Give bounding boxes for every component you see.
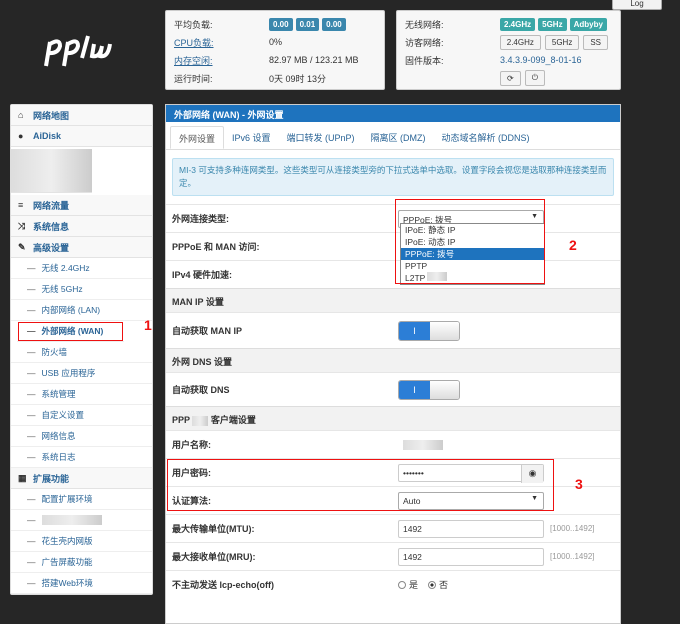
status-panel-system: 平均负载: 0.00 0.01 0.00 CPU负载: 0% 内存空闲: 82.… [165, 10, 385, 90]
load-label: 平均负载: [174, 19, 213, 30]
sidebar: ⌂ 网络地图 ● AiDisk ≡ 网络流量 ⤨ 系统信息 ✎ 高级设置 — 无线 2.4G… [10, 104, 153, 595]
home-icon: ⌂ [18, 110, 24, 120]
load-badge: 0.00 [269, 17, 293, 31]
ipv4-hw-row: IPv4 硬件加速: [166, 260, 620, 288]
dns-auto-row: 自动获取 DNS I [166, 372, 620, 406]
ipv4-hw-label: IPv4 硬件加速: [172, 270, 233, 280]
annotation-marker: 1 [144, 317, 152, 333]
blurred-region [11, 149, 92, 193]
man-section-header: MAN IP 设置 [166, 288, 620, 312]
wireless-24-badge[interactable]: 2.4GHz [500, 17, 536, 31]
tab-ddns[interactable]: 动态域名解析 (DDNS) [434, 126, 538, 149]
wan-type-row: 外网连接类型: PPPoE: 拨号 ▼ [166, 204, 620, 232]
wireless-5-badge[interactable]: 5GHz [538, 17, 567, 31]
uptime-value: 0天 09时 13分 [269, 73, 327, 84]
sidebar-item-lan[interactable]: — 内部网络 (LAN) [11, 300, 152, 321]
mtu-hint: [1000..1492] [550, 524, 595, 533]
guest-5-button[interactable]: 5GHz [544, 34, 580, 50]
firmware-link[interactable]: 3.4.3.9-099_8-01-16 [500, 55, 582, 65]
sidebar-item-wan[interactable]: — 外部网络 (WAN) [17, 321, 124, 342]
tab-dmz[interactable]: 隔离区 (DMZ) [363, 126, 434, 149]
dns-section-header: 外网 DNS 设置 [166, 348, 620, 372]
adbyby-badge[interactable]: Adbyby [569, 17, 607, 31]
cpu-link[interactable]: CPU负载: [174, 36, 269, 49]
firmware-label: 固件版本: [405, 55, 444, 66]
annotation-box [395, 199, 545, 284]
sidebar-item-advanced[interactable]: ✎ 高级设置 [11, 237, 152, 258]
guest-24-button[interactable]: 2.4GHz [499, 34, 541, 50]
memory-link[interactable]: 内存空闲: [174, 54, 269, 67]
sidebar-item-sysinfo[interactable]: ⤨ 系统信息 [11, 216, 152, 237]
sidebar-item-web[interactable]: — 搭建Web环境 [11, 573, 152, 594]
lcp-no-radio[interactable] [428, 580, 437, 589]
sidebar-item-netinfo[interactable]: — 网络信息 [11, 426, 152, 447]
sidebar-item-adblock[interactable]: — 广告屏蔽功能 [11, 552, 152, 573]
mru-label: 最大接收单位(MRU): [172, 552, 256, 562]
mru-row: 最大接收单位(MRU): 1492 [1000..1492] [166, 542, 620, 570]
username-row: 用户名称: [166, 430, 620, 458]
list-icon: ≡ [18, 200, 24, 210]
man-auto-label: 自动获取 MAN IP [172, 326, 243, 336]
sidebar-item-syslog[interactable]: — 系统日志 [11, 447, 152, 468]
mtu-row: 最大传输单位(MTU): 1492 [1000..1492] [166, 514, 620, 542]
memory-value: 82.97 MB / 123.21 MB [269, 55, 359, 65]
lcp-label: 不主动发送 lcp-echo(off) [172, 580, 274, 590]
wireless-label: 无线网络: [405, 19, 444, 30]
logout-button[interactable]: Log [612, 0, 662, 10]
dns-auto-toggle[interactable]: I [398, 379, 460, 400]
grid-icon: ▦ [18, 472, 27, 483]
sidebar-item-wireless-24[interactable]: — 无线 2.4GHz [11, 258, 152, 279]
username-label: 用户名称: [172, 440, 211, 450]
wrench-icon: ✎ [18, 241, 26, 252]
annotation-marker: 2 [569, 237, 577, 253]
main-panel: 外部网络 (WAN) - 外网设置 外网设置 IPv6 设置 端口转发 (UPn… [165, 104, 621, 624]
annotation-box [167, 459, 554, 511]
sidebar-item-ext-config[interactable]: — 配置扩展环境 [11, 489, 152, 510]
sidebar-item-network-map[interactable]: ⌂ 网络地图 [11, 105, 152, 126]
tab-wan[interactable]: 外网设置 [170, 126, 225, 149]
tab-ipv6[interactable]: IPv6 设置 [224, 126, 279, 149]
sidebar-item-custom[interactable]: — 自定义设置 [11, 405, 152, 426]
load-badge: 0.00 [322, 17, 346, 31]
lcp-yes-radio[interactable] [398, 580, 406, 589]
status-panel-wireless: 无线网络: 2.4GHz 5GHz Adbyby 访客网络: 2.4GHz 5G… [396, 10, 621, 90]
man-auto-row: 自动获取 MAN IP I [166, 312, 620, 348]
sidebar-item-usb[interactable]: — USB 应用程序 [11, 363, 152, 384]
tab-upnp[interactable]: 端口转发 (UPnP) [279, 126, 363, 149]
lcp-row: 不主动发送 lcp-echo(off) 是 否 [166, 570, 620, 598]
mru-hint: [1000..1492] [550, 552, 595, 561]
brand-logo [44, 35, 112, 67]
sidebar-item-blurred[interactable]: — [11, 510, 152, 531]
mtu-label: 最大传输单位(MTU): [172, 524, 255, 534]
info-alert: MI-3 可支持多种连网类型。这些类型可从连接类型旁的下拉式选单中选取。设置字段… [172, 158, 614, 196]
user-icon: ● [18, 131, 24, 141]
tab-bar: 外网设置 IPv6 设置 端口转发 (UPnP) 隔离区 (DMZ) 动态域名解… [166, 126, 620, 150]
pppoe-man-label: PPPoE 和 MAN 访问: [172, 242, 260, 252]
sidebar-item-extensions[interactable]: ▦ 扩展功能 [11, 468, 152, 489]
sidebar-item-oray[interactable]: — 花生壳内网版 [11, 531, 152, 552]
mtu-input[interactable]: 1492 [398, 519, 544, 538]
username-input[interactable] [398, 435, 544, 454]
sidebar-item-admin[interactable]: — 系统管理 [11, 384, 152, 405]
page-title: 外部网络 (WAN) - 外网设置 [166, 105, 620, 122]
sidebar-item-aidisk[interactable]: ● AiDisk [11, 126, 152, 147]
sidebar-item-traffic[interactable]: ≡ 网络流量 [11, 195, 152, 216]
power-icon[interactable]: ⏻ [524, 70, 546, 86]
wan-type-label: 外网连接类型: [172, 214, 229, 224]
pppoe-man-row: PPPoE 和 MAN 访问: [166, 232, 620, 260]
dns-auto-label: 自动获取 DNS [172, 385, 230, 395]
load-badge: 0.01 [295, 17, 320, 31]
uptime-label: 运行时间: [174, 73, 213, 84]
ppp-section-header: PPP 客户端设置 [166, 406, 620, 430]
guest-label: 访客网络: [405, 37, 444, 48]
annotation-marker: 3 [575, 476, 583, 492]
ss-button[interactable]: SS [583, 34, 608, 50]
sidebar-item-firewall[interactable]: — 防火墙 [11, 342, 152, 363]
sidebar-item-wireless-5[interactable]: — 无线 5GHz [11, 279, 152, 300]
cpu-value: 0% [269, 37, 283, 47]
mru-input[interactable]: 1492 [398, 547, 544, 566]
shuffle-icon: ⤨ [18, 220, 26, 231]
refresh-icon[interactable]: ⟳ [500, 70, 521, 86]
man-auto-toggle[interactable]: I [398, 320, 460, 341]
